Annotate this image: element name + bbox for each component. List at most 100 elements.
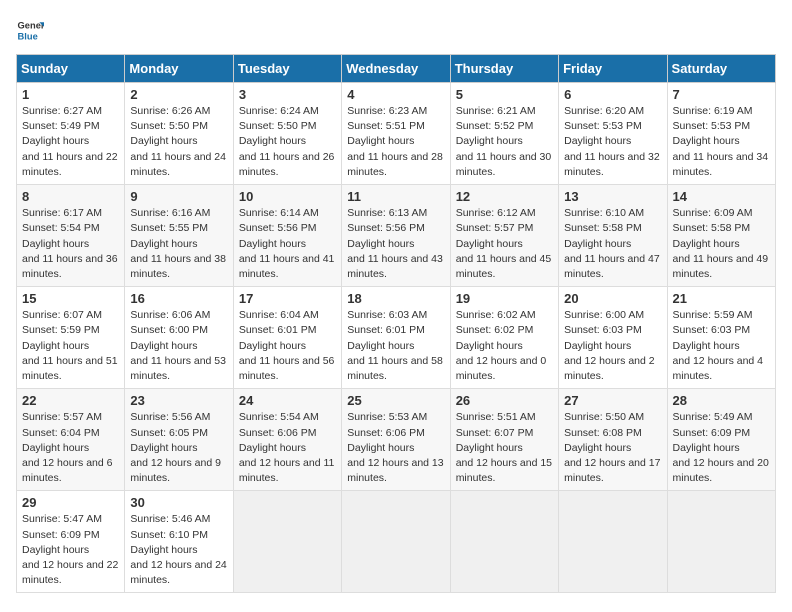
day-number: 27 — [564, 393, 661, 408]
calendar-cell — [559, 491, 667, 593]
day-info: Sunrise: 6:07 AMSunset: 5:59 PMDaylight … — [22, 308, 119, 384]
day-number: 15 — [22, 291, 119, 306]
page-header: General Blue — [16, 16, 776, 44]
day-info: Sunrise: 5:51 AMSunset: 6:07 PMDaylight … — [456, 410, 553, 486]
calendar-cell — [667, 491, 775, 593]
calendar-cell: 2 Sunrise: 6:26 AMSunset: 5:50 PMDayligh… — [125, 83, 233, 185]
calendar-cell: 9 Sunrise: 6:16 AMSunset: 5:55 PMDayligh… — [125, 185, 233, 287]
calendar-cell: 5 Sunrise: 6:21 AMSunset: 5:52 PMDayligh… — [450, 83, 558, 185]
calendar-cell: 19 Sunrise: 6:02 AMSunset: 6:02 PMDaylig… — [450, 287, 558, 389]
day-number: 8 — [22, 189, 119, 204]
calendar-cell: 3 Sunrise: 6:24 AMSunset: 5:50 PMDayligh… — [233, 83, 341, 185]
day-number: 3 — [239, 87, 336, 102]
calendar-cell: 4 Sunrise: 6:23 AMSunset: 5:51 PMDayligh… — [342, 83, 450, 185]
calendar-cell: 11 Sunrise: 6:13 AMSunset: 5:56 PMDaylig… — [342, 185, 450, 287]
calendar-cell: 22 Sunrise: 5:57 AMSunset: 6:04 PMDaylig… — [17, 389, 125, 491]
weekday-header-friday: Friday — [559, 55, 667, 83]
day-number: 20 — [564, 291, 661, 306]
day-info: Sunrise: 5:53 AMSunset: 6:06 PMDaylight … — [347, 410, 444, 486]
weekday-header-wednesday: Wednesday — [342, 55, 450, 83]
day-info: Sunrise: 6:20 AMSunset: 5:53 PMDaylight … — [564, 104, 661, 180]
day-number: 9 — [130, 189, 227, 204]
calendar-cell: 12 Sunrise: 6:12 AMSunset: 5:57 PMDaylig… — [450, 185, 558, 287]
day-number: 13 — [564, 189, 661, 204]
calendar-cell: 18 Sunrise: 6:03 AMSunset: 6:01 PMDaylig… — [342, 287, 450, 389]
calendar-cell: 16 Sunrise: 6:06 AMSunset: 6:00 PMDaylig… — [125, 287, 233, 389]
day-number: 25 — [347, 393, 444, 408]
day-info: Sunrise: 6:13 AMSunset: 5:56 PMDaylight … — [347, 206, 444, 282]
day-info: Sunrise: 6:06 AMSunset: 6:00 PMDaylight … — [130, 308, 227, 384]
day-number: 28 — [673, 393, 770, 408]
calendar-cell: 8 Sunrise: 6:17 AMSunset: 5:54 PMDayligh… — [17, 185, 125, 287]
weekday-header-saturday: Saturday — [667, 55, 775, 83]
day-info: Sunrise: 5:56 AMSunset: 6:05 PMDaylight … — [130, 410, 227, 486]
day-number: 21 — [673, 291, 770, 306]
day-number: 19 — [456, 291, 553, 306]
day-number: 30 — [130, 495, 227, 510]
weekday-header-thursday: Thursday — [450, 55, 558, 83]
day-number: 24 — [239, 393, 336, 408]
calendar-cell: 25 Sunrise: 5:53 AMSunset: 6:06 PMDaylig… — [342, 389, 450, 491]
day-info: Sunrise: 6:00 AMSunset: 6:03 PMDaylight … — [564, 308, 661, 384]
day-info: Sunrise: 6:09 AMSunset: 5:58 PMDaylight … — [673, 206, 770, 282]
day-info: Sunrise: 6:14 AMSunset: 5:56 PMDaylight … — [239, 206, 336, 282]
week-row-4: 22 Sunrise: 5:57 AMSunset: 6:04 PMDaylig… — [17, 389, 776, 491]
day-info: Sunrise: 5:46 AMSunset: 6:10 PMDaylight … — [130, 512, 227, 588]
day-info: Sunrise: 5:49 AMSunset: 6:09 PMDaylight … — [673, 410, 770, 486]
day-number: 1 — [22, 87, 119, 102]
week-row-1: 1 Sunrise: 6:27 AMSunset: 5:49 PMDayligh… — [17, 83, 776, 185]
day-number: 6 — [564, 87, 661, 102]
day-number: 16 — [130, 291, 227, 306]
day-info: Sunrise: 6:26 AMSunset: 5:50 PMDaylight … — [130, 104, 227, 180]
day-info: Sunrise: 6:10 AMSunset: 5:58 PMDaylight … — [564, 206, 661, 282]
day-number: 14 — [673, 189, 770, 204]
day-info: Sunrise: 5:50 AMSunset: 6:08 PMDaylight … — [564, 410, 661, 486]
logo: General Blue — [16, 16, 44, 44]
calendar-cell — [342, 491, 450, 593]
weekday-header-monday: Monday — [125, 55, 233, 83]
day-number: 4 — [347, 87, 444, 102]
weekday-header-row: SundayMondayTuesdayWednesdayThursdayFrid… — [17, 55, 776, 83]
day-info: Sunrise: 6:23 AMSunset: 5:51 PMDaylight … — [347, 104, 444, 180]
day-number: 18 — [347, 291, 444, 306]
day-info: Sunrise: 5:57 AMSunset: 6:04 PMDaylight … — [22, 410, 119, 486]
weekday-header-sunday: Sunday — [17, 55, 125, 83]
day-number: 26 — [456, 393, 553, 408]
calendar-cell: 27 Sunrise: 5:50 AMSunset: 6:08 PMDaylig… — [559, 389, 667, 491]
calendar-cell — [450, 491, 558, 593]
calendar-cell: 14 Sunrise: 6:09 AMSunset: 5:58 PMDaylig… — [667, 185, 775, 287]
calendar-cell: 7 Sunrise: 6:19 AMSunset: 5:53 PMDayligh… — [667, 83, 775, 185]
day-number: 10 — [239, 189, 336, 204]
day-number: 29 — [22, 495, 119, 510]
calendar-cell: 24 Sunrise: 5:54 AMSunset: 6:06 PMDaylig… — [233, 389, 341, 491]
calendar-cell: 29 Sunrise: 5:47 AMSunset: 6:09 PMDaylig… — [17, 491, 125, 593]
calendar-cell: 21 Sunrise: 5:59 AMSunset: 6:03 PMDaylig… — [667, 287, 775, 389]
day-info: Sunrise: 6:19 AMSunset: 5:53 PMDaylight … — [673, 104, 770, 180]
week-row-5: 29 Sunrise: 5:47 AMSunset: 6:09 PMDaylig… — [17, 491, 776, 593]
calendar-table: SundayMondayTuesdayWednesdayThursdayFrid… — [16, 54, 776, 593]
day-number: 5 — [456, 87, 553, 102]
calendar-cell: 13 Sunrise: 6:10 AMSunset: 5:58 PMDaylig… — [559, 185, 667, 287]
svg-text:General: General — [18, 20, 44, 30]
day-info: Sunrise: 6:04 AMSunset: 6:01 PMDaylight … — [239, 308, 336, 384]
day-info: Sunrise: 6:12 AMSunset: 5:57 PMDaylight … — [456, 206, 553, 282]
day-number: 11 — [347, 189, 444, 204]
calendar-cell: 20 Sunrise: 6:00 AMSunset: 6:03 PMDaylig… — [559, 287, 667, 389]
day-info: Sunrise: 6:27 AMSunset: 5:49 PMDaylight … — [22, 104, 119, 180]
day-number: 17 — [239, 291, 336, 306]
day-info: Sunrise: 6:03 AMSunset: 6:01 PMDaylight … — [347, 308, 444, 384]
day-number: 12 — [456, 189, 553, 204]
calendar-cell: 10 Sunrise: 6:14 AMSunset: 5:56 PMDaylig… — [233, 185, 341, 287]
calendar-cell: 23 Sunrise: 5:56 AMSunset: 6:05 PMDaylig… — [125, 389, 233, 491]
day-info: Sunrise: 5:59 AMSunset: 6:03 PMDaylight … — [673, 308, 770, 384]
day-info: Sunrise: 6:17 AMSunset: 5:54 PMDaylight … — [22, 206, 119, 282]
day-info: Sunrise: 6:21 AMSunset: 5:52 PMDaylight … — [456, 104, 553, 180]
day-info: Sunrise: 6:24 AMSunset: 5:50 PMDaylight … — [239, 104, 336, 180]
day-info: Sunrise: 5:47 AMSunset: 6:09 PMDaylight … — [22, 512, 119, 588]
week-row-2: 8 Sunrise: 6:17 AMSunset: 5:54 PMDayligh… — [17, 185, 776, 287]
calendar-cell: 17 Sunrise: 6:04 AMSunset: 6:01 PMDaylig… — [233, 287, 341, 389]
day-info: Sunrise: 5:54 AMSunset: 6:06 PMDaylight … — [239, 410, 336, 486]
day-info: Sunrise: 6:16 AMSunset: 5:55 PMDaylight … — [130, 206, 227, 282]
weekday-header-tuesday: Tuesday — [233, 55, 341, 83]
calendar-cell: 15 Sunrise: 6:07 AMSunset: 5:59 PMDaylig… — [17, 287, 125, 389]
